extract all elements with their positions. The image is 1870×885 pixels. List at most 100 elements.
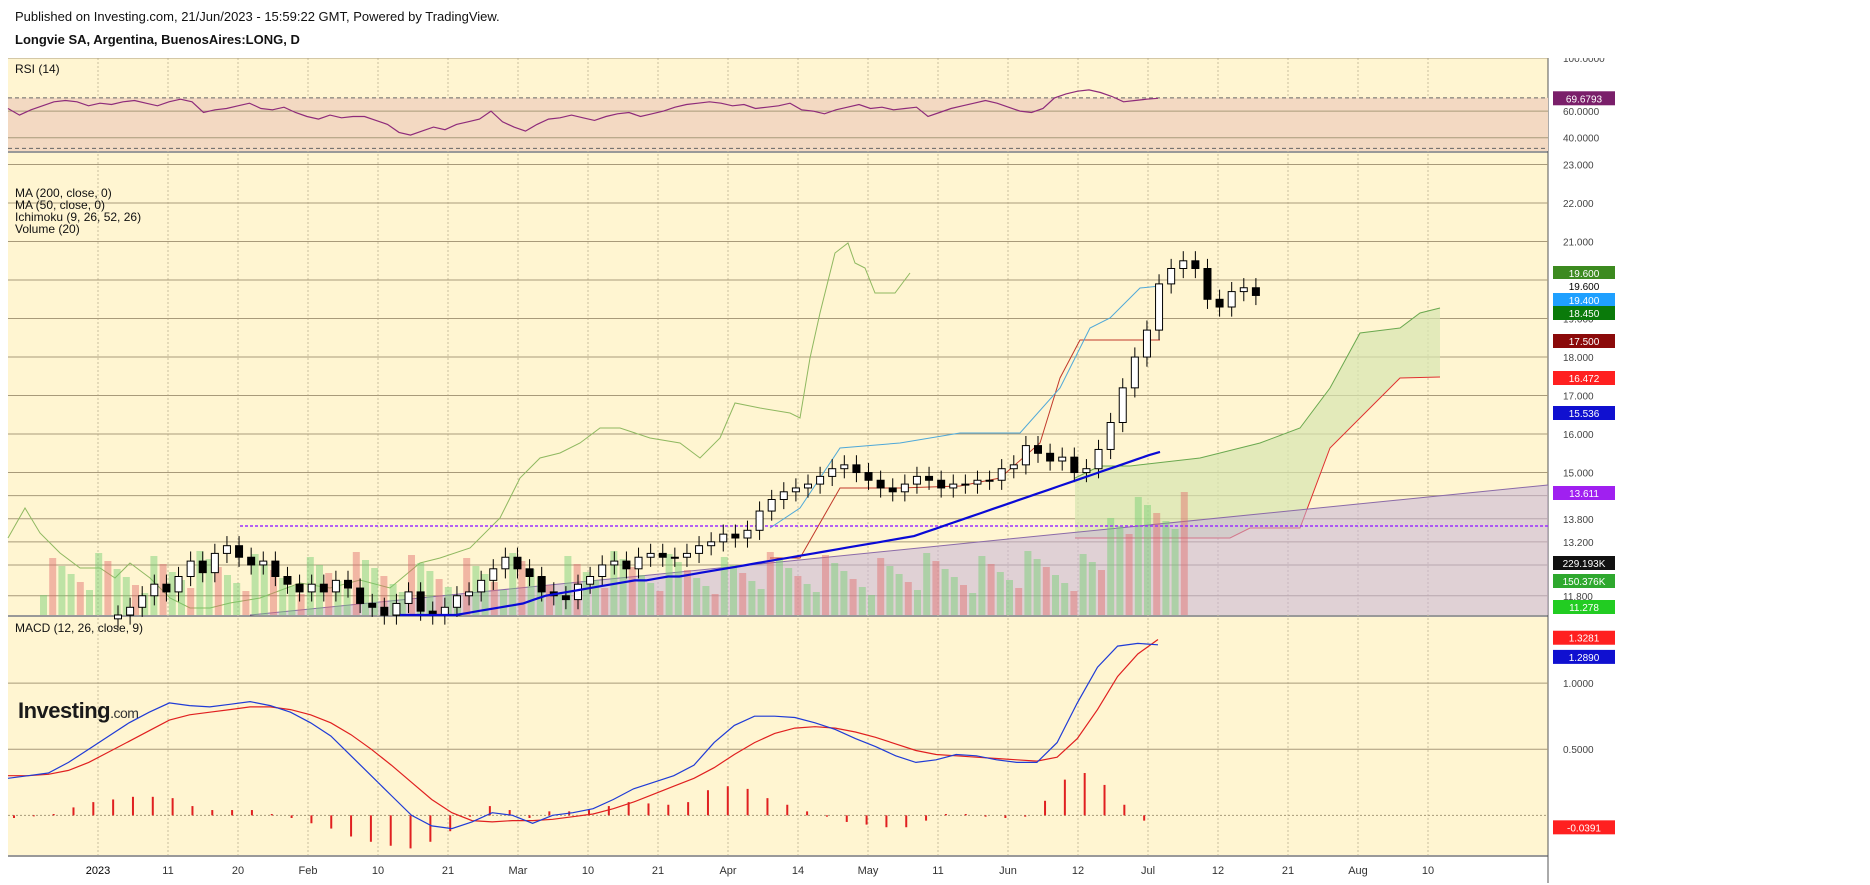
candle-body bbox=[1155, 283, 1164, 331]
volume-bar bbox=[224, 575, 231, 615]
volume-bar bbox=[739, 573, 747, 615]
x-tick-label: 10 bbox=[582, 865, 594, 877]
candle-body bbox=[307, 583, 316, 593]
volume-bar bbox=[858, 587, 866, 615]
candle-body bbox=[731, 533, 740, 539]
candle-body bbox=[1094, 448, 1103, 470]
volume-bar bbox=[812, 592, 820, 615]
volume-bar bbox=[969, 593, 977, 615]
macd-hist-bar bbox=[389, 815, 392, 846]
volume-bar bbox=[702, 586, 710, 615]
price-value-label: 19.600 bbox=[1569, 282, 1600, 293]
volume-bar bbox=[86, 590, 93, 615]
candle-body bbox=[271, 560, 280, 578]
rsi-last-value-label: 69.6793 bbox=[1566, 94, 1603, 105]
x-tick-label: Jun bbox=[999, 865, 1017, 877]
macd-hist-bar bbox=[1024, 815, 1027, 817]
volume-bar bbox=[76, 582, 84, 615]
candle-body bbox=[561, 595, 570, 601]
volume-bar bbox=[720, 557, 728, 615]
macd-hist-bar bbox=[845, 815, 848, 822]
candle-body bbox=[1191, 260, 1200, 270]
volume-bar bbox=[730, 565, 737, 615]
candle-body bbox=[1034, 445, 1042, 454]
x-tick-label: 12 bbox=[1212, 865, 1224, 877]
candle-body bbox=[1227, 291, 1236, 308]
macd-hist-bar bbox=[310, 815, 313, 824]
candle-body bbox=[1203, 268, 1212, 300]
x-tick-label: Aug bbox=[1348, 865, 1368, 877]
macd-hist-bar bbox=[191, 806, 194, 816]
macd-panel-bg bbox=[8, 617, 1548, 855]
candle-body bbox=[259, 560, 268, 566]
price-value-label: 13.611 bbox=[1569, 489, 1599, 500]
volume-bar bbox=[923, 553, 931, 615]
candle-body bbox=[900, 483, 909, 493]
macd-hist-bar bbox=[786, 804, 789, 816]
volume-bar bbox=[352, 552, 360, 615]
candle-body bbox=[138, 595, 147, 608]
macd-hist-bar bbox=[151, 796, 154, 816]
macd-hist-bar bbox=[647, 803, 650, 816]
x-tick-label: 21 bbox=[1282, 865, 1294, 877]
candle-body bbox=[513, 556, 522, 570]
candle-body bbox=[198, 560, 207, 574]
volume-bar bbox=[1125, 534, 1133, 615]
volume-bar bbox=[1116, 526, 1124, 615]
volume-bar bbox=[555, 593, 563, 615]
candle-body bbox=[114, 614, 122, 620]
candle-body bbox=[150, 583, 159, 597]
volume-bar bbox=[950, 577, 958, 615]
macd-tick-label: 0.5000 bbox=[1563, 745, 1594, 756]
macd-hist-bar bbox=[231, 810, 234, 816]
volume-bar bbox=[187, 588, 195, 615]
candle-body bbox=[670, 556, 679, 559]
volume-bar bbox=[214, 567, 222, 615]
price-value-label: 150.376K bbox=[1563, 577, 1606, 588]
volume-bar bbox=[325, 573, 333, 615]
chart-header: Published on Investing.com, 21/Jun/2023 … bbox=[0, 0, 1870, 58]
x-tick-label: Apr bbox=[719, 865, 736, 877]
candle-body bbox=[368, 602, 377, 608]
candle-body bbox=[804, 483, 812, 489]
x-tick-label: Feb bbox=[299, 865, 318, 877]
volume-bar bbox=[113, 569, 121, 615]
candle-body bbox=[344, 579, 352, 589]
price-tick-label: 16.000 bbox=[1563, 430, 1594, 441]
candle-body bbox=[1046, 452, 1055, 462]
macd-hist-bar bbox=[32, 815, 35, 817]
macd-hist-bar bbox=[171, 798, 174, 816]
candle-body bbox=[283, 576, 292, 585]
volume-bar bbox=[233, 583, 241, 615]
candle-body bbox=[452, 595, 461, 608]
macd-hist-bar bbox=[1004, 815, 1007, 818]
candle-body bbox=[888, 487, 897, 493]
macd-hist-bar bbox=[1143, 815, 1146, 821]
price-tick-label: 23.000 bbox=[1563, 161, 1594, 172]
volume-bar bbox=[803, 584, 811, 615]
volume-bar bbox=[1162, 521, 1170, 615]
candle-body bbox=[816, 475, 825, 485]
macd-hist-bar bbox=[687, 802, 690, 816]
candle-body bbox=[1106, 422, 1115, 450]
candle-body bbox=[985, 479, 994, 482]
candle-body bbox=[707, 541, 716, 547]
price-value-label: 18.450 bbox=[1569, 309, 1600, 320]
volume-bar bbox=[776, 560, 783, 615]
candle-body bbox=[586, 576, 595, 585]
volume-bar bbox=[1024, 551, 1032, 615]
macd-hist-bar bbox=[52, 814, 55, 816]
macd-hist-bar bbox=[944, 814, 947, 816]
volume-bar bbox=[1033, 559, 1041, 615]
price-value-label: 11.278 bbox=[1569, 603, 1599, 614]
candle-body bbox=[1118, 387, 1127, 424]
volume-bar bbox=[260, 562, 268, 615]
volume-bar bbox=[592, 580, 599, 615]
macd-hist-bar bbox=[270, 814, 273, 816]
macd-hist-bar bbox=[112, 799, 115, 816]
candle-body bbox=[222, 545, 231, 554]
candle-body bbox=[622, 560, 631, 570]
price-tick-label: 15.000 bbox=[1563, 469, 1594, 480]
volume-bar bbox=[1171, 529, 1179, 615]
macd-hist-bar bbox=[825, 815, 828, 817]
